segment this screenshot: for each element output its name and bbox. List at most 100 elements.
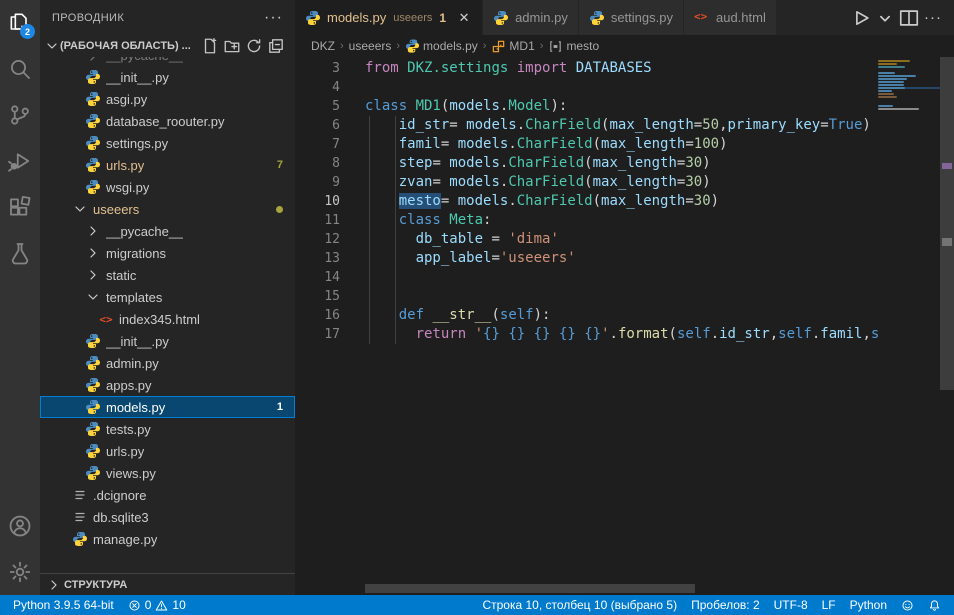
activitybar-explorer[interactable]: 2 (0, 0, 40, 46)
tree-item-templates[interactable]: templates (40, 286, 295, 308)
breadcrumb-MD1[interactable]: MD1 (491, 39, 534, 54)
activitybar-search[interactable] (0, 46, 40, 92)
line-number: 14 (295, 268, 340, 287)
tree-item-urls.py[interactable]: urls.py7 (40, 154, 295, 176)
tree-item-tests.py[interactable]: tests.py (40, 418, 295, 440)
new-file-button-icon[interactable] (201, 37, 219, 55)
tree-item-__pycache__[interactable]: __pycache__ (40, 57, 295, 66)
tree-item-label: manage.py (93, 532, 157, 547)
tree-item-static[interactable]: static (40, 264, 295, 286)
tree-item-.dcignore[interactable]: .dcignore (40, 484, 295, 506)
tree-item-useeers[interactable]: useeers (40, 198, 295, 220)
tree-item-label: urls.py (106, 158, 144, 173)
breadcrumb-mesto[interactable]: mesto (548, 39, 599, 54)
tree-item-label: views.py (106, 466, 156, 481)
code-line-5: 5class MD1(models.Model): (295, 97, 954, 116)
tab-admin.py[interactable]: admin.py (483, 0, 579, 35)
status-eol[interactable]: LF (815, 595, 843, 615)
status-problems[interactable]: 010 (121, 595, 193, 615)
code-line-14: 14 (295, 268, 954, 287)
tree-item-wsgi.py[interactable]: wsgi.py (40, 176, 295, 198)
python-icon (405, 39, 420, 54)
tree-item-apps.py[interactable]: apps.py (40, 374, 295, 396)
tree-item-models.py[interactable]: models.py1 (40, 396, 295, 418)
breadcrumb-models.py[interactable]: models.py (405, 39, 478, 54)
status-language-mode[interactable]: Python (843, 595, 894, 615)
code-line-16: 16 def __str__(self): (295, 306, 954, 325)
split-editor-button-icon[interactable] (898, 7, 920, 29)
tree-item-__init__.py[interactable]: __init__.py (40, 330, 295, 352)
workspace-section-header[interactable]: (РАБОЧАЯ ОБЛАСТЬ) ... (40, 35, 295, 57)
tree-item-views.py[interactable]: views.py (40, 462, 295, 484)
collapse-all-button-icon[interactable] (267, 37, 285, 55)
editor-group: models.pyuseeers1✕ admin.py settings.py<>a… (295, 0, 954, 595)
tree-item-label: wsgi.py (106, 180, 149, 195)
python-icon (493, 10, 509, 26)
scrollbar-thumb[interactable] (940, 57, 954, 390)
status-indentation[interactable]: Пробелов: 2 (684, 595, 767, 615)
tabs: models.pyuseeers1✕ admin.py settings.py<>a… (295, 0, 777, 35)
testing-icon (8, 241, 32, 265)
tree-item-manage.py[interactable]: manage.py (40, 528, 295, 550)
new-folder-button-icon[interactable] (223, 37, 241, 55)
python-icon (85, 333, 101, 349)
tree-item-db.sqlite3[interactable]: db.sqlite3 (40, 506, 295, 528)
run-chevron-button-icon[interactable] (874, 7, 896, 29)
breadcrumb-useeers[interactable]: useeers (349, 39, 392, 53)
tree-item-admin.py[interactable]: admin.py (40, 352, 295, 374)
minimap-line (878, 99, 940, 101)
status-notifications[interactable] (921, 595, 948, 615)
python-icon (305, 10, 321, 26)
tree-item-__pycache__[interactable]: __pycache__ (40, 220, 295, 242)
tree-item-asgi.py[interactable]: asgi.py (40, 88, 295, 110)
python-icon (85, 443, 101, 459)
activitybar-badge: 2 (20, 24, 35, 39)
file-icon (72, 509, 88, 525)
status-label: Python 3.9.5 64-bit (13, 598, 114, 612)
minimap[interactable] (878, 60, 940, 111)
minimap-line (878, 87, 940, 89)
tree-item-label: .dcignore (93, 488, 146, 503)
status-cursor-position[interactable]: Строка 10, столбец 10 (выбрано 5) (475, 595, 684, 615)
warnings-icon (155, 599, 168, 612)
activitybar-testing[interactable] (0, 230, 40, 276)
status-feedback[interactable] (894, 595, 921, 615)
activitybar-run-debug[interactable] (0, 138, 40, 184)
code-editor[interactable]: 3from DKZ.settings import DATABASES45cla… (295, 57, 954, 595)
status-encoding[interactable]: UTF-8 (767, 595, 815, 615)
tree-item-migrations[interactable]: migrations (40, 242, 295, 264)
run-button-icon[interactable] (850, 7, 872, 29)
tree-item-urls.py[interactable]: urls.py (40, 440, 295, 462)
tab-models.py[interactable]: models.pyuseeers1✕ (295, 0, 483, 35)
activitybar-extensions[interactable] (0, 184, 40, 230)
tree-item-__init__.py[interactable]: __init__.py (40, 66, 295, 88)
file-icon (72, 487, 88, 503)
tree-item-label: admin.py (106, 356, 159, 371)
python-icon (85, 91, 101, 107)
vertical-scrollbar[interactable] (940, 57, 954, 595)
sidebar-more-actions[interactable]: ··· (264, 9, 283, 27)
status-python-interpreter[interactable]: Python 3.9.5 64-bit (6, 595, 121, 615)
tab-label: admin.py (515, 10, 568, 25)
activitybar-account[interactable] (0, 503, 40, 549)
breadcrumb-separator: › (340, 40, 344, 52)
status-label: Пробелов: 2 (691, 598, 760, 612)
explorer-sidebar: ПРОВОДНИК ··· (РАБОЧАЯ ОБЛАСТЬ) ... __py… (40, 0, 295, 595)
refresh-button-icon[interactable] (245, 37, 263, 55)
activitybar-source-control[interactable] (0, 92, 40, 138)
more-actions-button-icon[interactable]: ··· (922, 7, 944, 29)
outline-section-header[interactable]: СТРУКТУРА (40, 573, 295, 595)
breadcrumb-DKZ[interactable]: DKZ (311, 39, 335, 53)
minimap-line (878, 69, 940, 71)
python-icon (72, 531, 88, 547)
tree-item-index345.html[interactable]: <>index345.html (40, 308, 295, 330)
activitybar-settings-gear[interactable] (0, 549, 40, 595)
tree-item-settings.py[interactable]: settings.py (40, 132, 295, 154)
tab-aud.html[interactable]: <>aud.html (684, 0, 777, 35)
tree-item-database_roouter.py[interactable]: database_roouter.py (40, 110, 295, 132)
tab-settings.py[interactable]: settings.py (579, 0, 684, 35)
tab-label: models.py (327, 10, 386, 25)
horizontal-scrollbar[interactable] (365, 584, 695, 593)
close-icon[interactable]: ✕ (456, 10, 472, 26)
code-line-7: 7 famil= models.CharField(max_length=100… (295, 135, 954, 154)
